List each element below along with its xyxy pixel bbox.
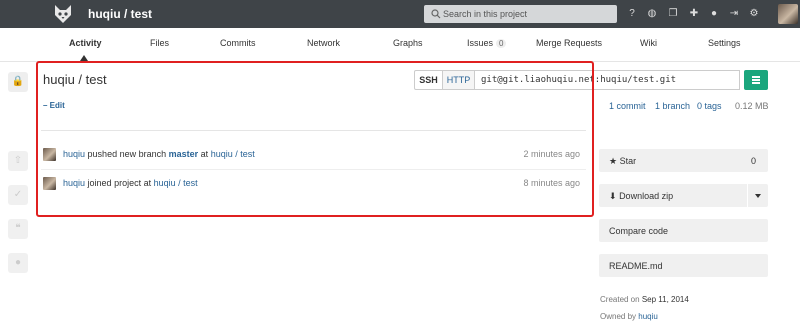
settings-icon[interactable]: ⚙ [748, 8, 760, 20]
tab-activity[interactable]: Activity [69, 38, 102, 48]
highlight-annotation [36, 61, 594, 217]
members-icon[interactable]: ● [8, 253, 28, 273]
tab-issues[interactable]: Issues 0 [467, 38, 507, 48]
star-button[interactable]: ★ Star 0 [599, 149, 768, 172]
readme-label: README.md [609, 261, 663, 271]
owner-link[interactable]: huqiu [638, 312, 658, 321]
chevron-down-icon[interactable] [755, 194, 761, 198]
menu-button[interactable] [744, 70, 768, 90]
top-navbar: huqiu / test Search in this project ? ◍ … [0, 0, 800, 28]
commits-count[interactable]: 1 commit [609, 101, 646, 111]
readme-button[interactable]: README.md [599, 254, 768, 277]
tags-count[interactable]: 0 tags [697, 101, 722, 111]
gitlab-logo-icon[interactable] [52, 3, 74, 25]
owner-info: Owned by huqiu [600, 312, 658, 321]
tab-merge-requests[interactable]: Merge Requests [536, 38, 602, 48]
star-label: ★ Star [609, 156, 636, 167]
repo-size: 0.12 MB [735, 101, 769, 111]
tab-issues-label: Issues [467, 38, 494, 48]
download-icon: ⬇ [609, 191, 617, 201]
snippets-icon[interactable]: ❐ [667, 8, 679, 20]
download-text: Download zip [619, 191, 674, 201]
comments-icon[interactable]: ❝ [8, 219, 28, 239]
user-avatar[interactable] [778, 4, 798, 24]
new-project-icon[interactable]: ✚ [688, 8, 700, 20]
created-info: Created on Sep 11, 2014 [600, 295, 689, 304]
tab-graphs[interactable]: Graphs [393, 38, 423, 48]
profile-icon[interactable]: ● [708, 8, 720, 20]
star-text: Star [619, 156, 637, 166]
owned-prefix: Owned by [600, 312, 637, 321]
download-zip-button[interactable]: ⬇ Download zip [599, 184, 768, 207]
project-tabs: Activity Files Commits Network Graphs Is… [0, 28, 800, 62]
compare-code-button[interactable]: Compare code [599, 219, 768, 242]
tab-network[interactable]: Network [307, 38, 340, 48]
menu-bar [752, 82, 760, 84]
menu-bar [752, 79, 760, 81]
issues-count-badge: 0 [496, 39, 507, 48]
branches-count[interactable]: 1 branch [655, 101, 690, 111]
checklist-icon[interactable]: ✓ [8, 185, 28, 205]
tab-files[interactable]: Files [150, 38, 169, 48]
compare-label: Compare code [609, 226, 669, 236]
tab-wiki[interactable]: Wiki [640, 38, 657, 48]
search-icon [431, 9, 441, 19]
download-label: ⬇ Download zip [609, 191, 673, 202]
menu-bar [752, 76, 760, 78]
upload-icon[interactable]: ⇧ [8, 151, 28, 171]
search-input[interactable]: Search in this project [424, 5, 617, 23]
navbar-project-title[interactable]: huqiu / test [88, 7, 152, 21]
created-date: Sep 11, 2014 [641, 295, 689, 304]
explore-icon[interactable]: ◍ [646, 8, 658, 20]
tab-settings[interactable]: Settings [708, 38, 741, 48]
star-icon: ★ [609, 156, 618, 166]
created-prefix: Created on [600, 295, 640, 304]
logout-icon[interactable]: ⇥ [728, 8, 740, 20]
tab-commits[interactable]: Commits [220, 38, 256, 48]
divider [747, 184, 748, 207]
search-placeholder: Search in this project [443, 9, 528, 19]
help-icon[interactable]: ? [626, 8, 638, 20]
star-count: 0 [750, 156, 756, 166]
lock-icon: 🔒 [8, 72, 28, 92]
